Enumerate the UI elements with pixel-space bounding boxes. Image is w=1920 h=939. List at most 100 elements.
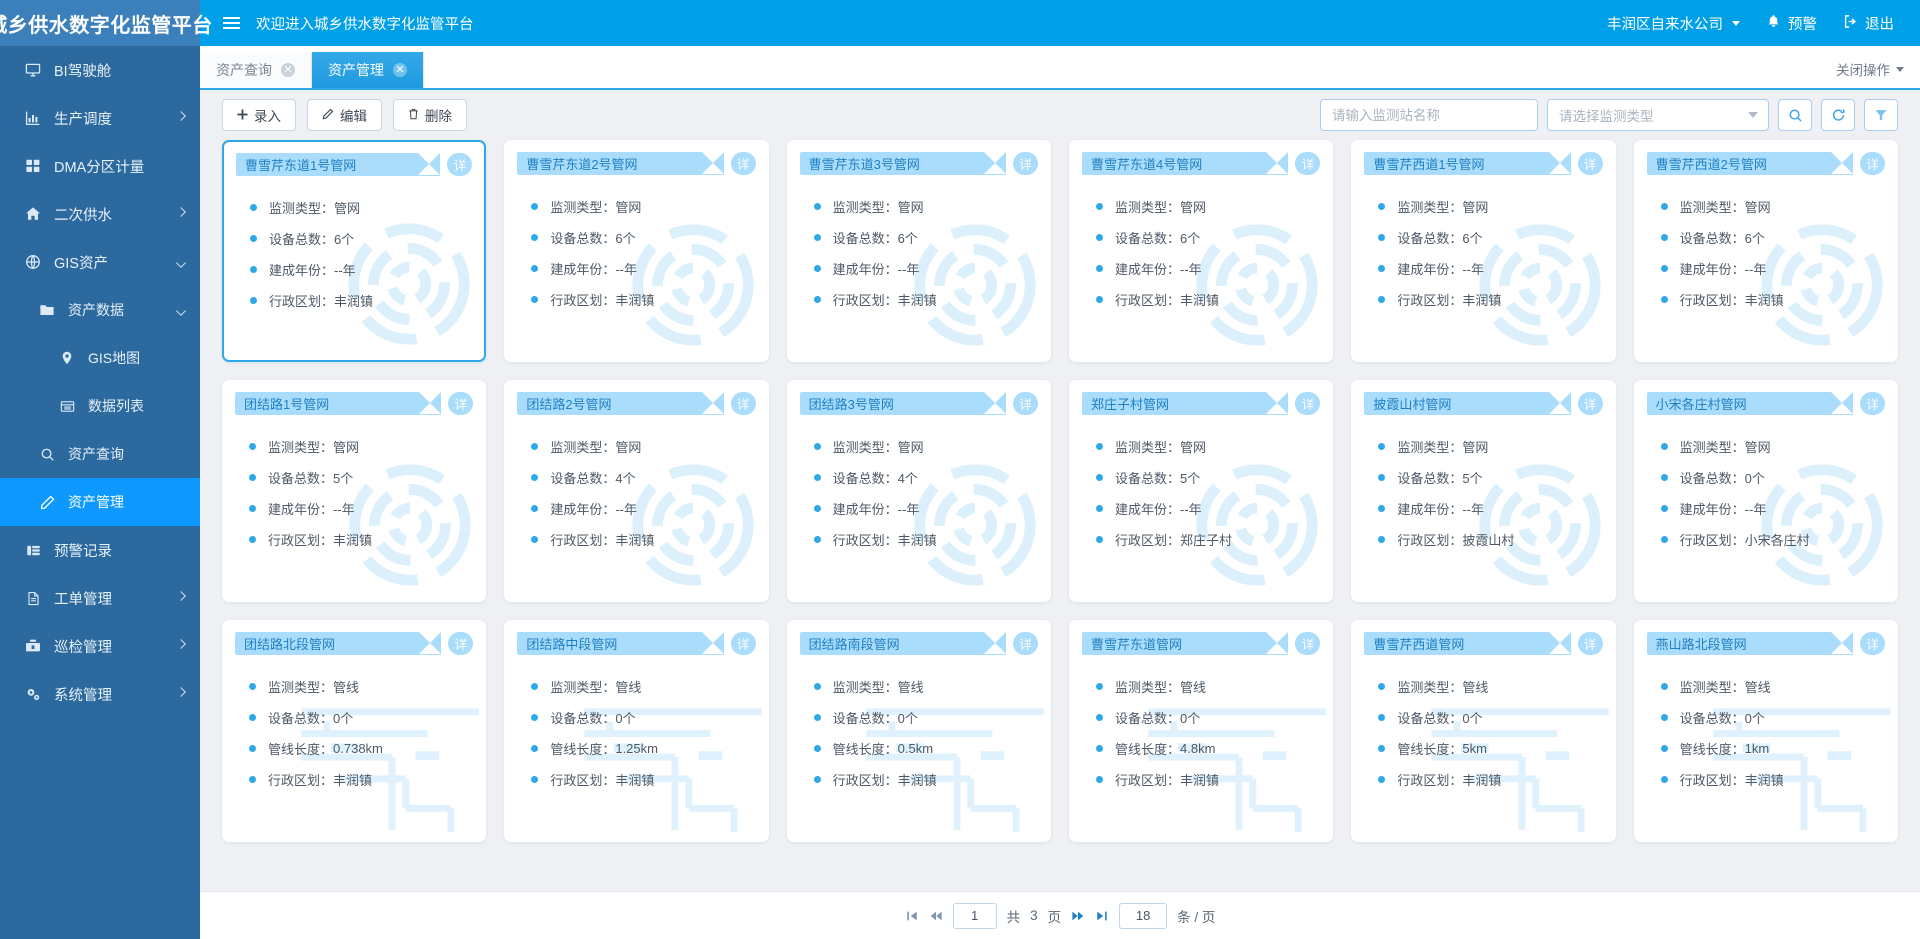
sidebar-item-5[interactable]: GIS资产: [0, 238, 200, 286]
app-title: 城乡供水数字化监管平台: [0, 14, 213, 37]
bullet-dot-icon: [249, 745, 256, 752]
sidebar-item-8[interactable]: 数据列表: [0, 382, 200, 430]
next-page-button[interactable]: [1071, 909, 1085, 923]
card-row-region: 行政区划： 丰润镇: [813, 284, 1050, 315]
sidebar-item-11[interactable]: 预警记录: [0, 526, 200, 574]
last-page-button[interactable]: [1095, 909, 1109, 923]
hamburger-icon[interactable]: [212, 0, 250, 46]
card-detail-button[interactable]: 详: [1295, 632, 1321, 655]
sidebar-item-13[interactable]: 巡检管理: [0, 622, 200, 670]
card-body: 监测类型： 管线 设备总数： 0个 管线长度： 5km 行政区划： 丰润镇: [1352, 663, 1614, 795]
card-detail-button[interactable]: 详: [1860, 392, 1885, 415]
asset-card[interactable]: 披霞山村管网详监测类型： 管网 设备总数： 5个 建成年份： --年 行政区划： 披霞山村: [1351, 380, 1616, 602]
asset-card[interactable]: 团结路2号管网 详监测类型： 管网 设备总数： 4个 建成年份： --年 行政区划： 丰润镇: [504, 380, 769, 602]
sidebar-item-3[interactable]: DMA分区计量: [0, 142, 200, 190]
card-detail-button[interactable]: 详: [447, 153, 473, 176]
search-input[interactable]: [1320, 99, 1538, 131]
asset-card[interactable]: 郑庄子村管网详监测类型： 管网 设备总数： 5个 建成年份： --年 行政区划： 郑庄子村: [1069, 380, 1334, 602]
first-page-button[interactable]: [905, 909, 919, 923]
logout-button[interactable]: 退出: [1843, 13, 1894, 34]
card-row-devices: 设备总数： 5个: [1378, 462, 1614, 493]
sidebar-item-10[interactable]: 资产管理: [0, 478, 200, 526]
card-detail-button[interactable]: 详: [1577, 152, 1603, 175]
company-selector[interactable]: 丰润区自来水公司: [1607, 13, 1740, 34]
sidebar-item-1[interactable]: BI驾驶舱: [0, 46, 200, 94]
close-operations-button[interactable]: 关闭操作: [1836, 59, 1904, 79]
field-label: 行政区划：: [1115, 773, 1181, 788]
tab-1[interactable]: 资产查询 ✕: [200, 52, 312, 88]
total-prefix-label: 共: [1006, 909, 1021, 925]
monitor-type-select[interactable]: 请选择监测类型: [1547, 99, 1769, 131]
field-label: 行政区划：: [268, 533, 334, 548]
card-detail-button[interactable]: 详: [1295, 392, 1321, 415]
card-detail-button[interactable]: 详: [730, 392, 756, 415]
page-size-input[interactable]: [1119, 902, 1168, 929]
card-row-type: 监测类型： 管线: [1096, 671, 1332, 702]
add-button[interactable]: 录入: [222, 99, 296, 131]
card-row-third: 管线长度： 0.5km: [813, 733, 1050, 764]
card-row-type: 监测类型： 管网: [1378, 191, 1614, 222]
asset-card[interactable]: 团结路3号管网 详监测类型： 管网 设备总数： 4个 建成年份： --年 行政区划： 丰润镇: [786, 380, 1051, 602]
asset-card[interactable]: 曹雪芹西道管网详监测类型： 管线 设备总数： 0个 管线长度： 5km 行政区划： 丰润镇: [1351, 620, 1616, 842]
card-row-devices: 设备总数： 6个: [1660, 222, 1897, 253]
card-detail-button[interactable]: 详: [1577, 632, 1603, 655]
bullet-dot-icon: [813, 714, 821, 721]
close-icon[interactable]: ✕: [281, 63, 295, 77]
card-detail-button[interactable]: 详: [1860, 152, 1885, 175]
delete-button[interactable]: 删除: [393, 99, 467, 131]
field-label: 建成年份：: [1397, 502, 1463, 517]
asset-card[interactable]: 燕山路北段管网详监测类型： 管线 设备总数： 0个 管线长度： 1km 行政区划： 丰润镇: [1633, 620, 1898, 842]
chevron-right-icon: [176, 207, 186, 217]
filter-button[interactable]: [1864, 99, 1898, 131]
asset-card[interactable]: 团结路1号管网 详监测类型： 管网 设备总数： 5个 建成年份： --年 行政区划： 丰润镇: [222, 380, 487, 602]
tab-2[interactable]: 资产管理 ✕: [312, 52, 424, 88]
sidebar-item-label: 工单管理: [54, 591, 112, 608]
card-detail-button[interactable]: 详: [1013, 632, 1038, 655]
card-row-type: 监测类型： 管网: [1096, 191, 1332, 222]
asset-card[interactable]: 曹雪芹东道1号管网 详监测类型： 管网 设备总数： 6个 建成年份： --年 行政区划： 丰润镇: [222, 140, 487, 362]
edit-button[interactable]: 编辑: [307, 99, 382, 131]
asset-cards-area: 曹雪芹东道1号管网详监测类型： 管网 设备总数： 6个 建成年份： --年 行政区划： 丰润镇…: [200, 140, 1920, 874]
refresh-button[interactable]: [1821, 99, 1855, 131]
prev-page-button[interactable]: [929, 909, 943, 923]
asset-card[interactable]: 团结路中段管网详监测类型： 管线 设备总数： 0个 管线长度： 1.25km 行政区划： 丰润…: [504, 620, 769, 842]
card-detail-button[interactable]: 详: [730, 152, 756, 175]
asset-card[interactable]: 曹雪芹西道1号管网 详监测类型： 管网 设备总数： 6个 建成年份： --年 行政区划： 丰润镇: [1351, 140, 1616, 362]
card-detail-button[interactable]: 详: [1860, 632, 1885, 655]
card-row-type: 监测类型： 管线: [1660, 671, 1897, 702]
bullet-dot-icon: [1660, 714, 1668, 721]
asset-card[interactable]: 曹雪芹西道2号管网 详监测类型： 管网 设备总数： 6个 建成年份： --年 行政区划： 丰润镇: [1633, 140, 1898, 362]
asset-card[interactable]: 小宋各庄村管网详监测类型： 管网 设备总数： 0个 建成年份： --年 行政区划： 小宋各庄村: [1633, 380, 1898, 602]
asset-card[interactable]: 团结路南段管网详监测类型： 管线 设备总数： 0个 管线长度： 0.5km 行政区划： 丰润镇: [786, 620, 1051, 842]
asset-card[interactable]: 曹雪芹东道3号管网 详监测类型： 管网 设备总数： 6个 建成年份： --年 行政区划： 丰润镇: [786, 140, 1051, 362]
page-number-input[interactable]: [952, 902, 997, 929]
sidebar-item-14[interactable]: 系统管理: [0, 670, 200, 718]
card-detail-button[interactable]: 详: [448, 632, 474, 655]
alarm-button[interactable]: 预警: [1766, 13, 1817, 34]
card-detail-button[interactable]: 详: [1013, 392, 1038, 415]
card-header: 曹雪芹东道4号管网 详: [1070, 141, 1332, 183]
field-value: 管网: [333, 440, 360, 455]
field-value: --年: [1462, 262, 1485, 277]
sidebar-item-7[interactable]: GIS地图: [0, 334, 200, 382]
sidebar-item-12[interactable]: 工单管理: [0, 574, 200, 622]
card-detail-button[interactable]: 详: [448, 392, 474, 415]
sidebar-item-9[interactable]: 资产查询: [0, 430, 200, 478]
sidebar-item-4[interactable]: 二次供水: [0, 190, 200, 238]
asset-card[interactable]: 曹雪芹东道4号管网 详监测类型： 管网 设备总数： 6个 建成年份： --年 行政区划： 丰润镇: [1069, 140, 1334, 362]
field-value: 管网: [1462, 440, 1489, 455]
bullet-dot-icon: [1096, 714, 1103, 721]
card-detail-button[interactable]: 详: [1295, 152, 1321, 175]
sidebar-item-2[interactable]: 生产调度: [0, 94, 200, 142]
card-body: 监测类型： 管线 设备总数： 0个 管线长度： 0.738km 行政区划： 丰润镇: [223, 663, 485, 795]
close-icon[interactable]: ✕: [393, 63, 407, 77]
asset-card[interactable]: 曹雪芹东道2号管网 详监测类型： 管网 设备总数： 6个 建成年份： --年 行政区划： 丰润镇: [504, 140, 769, 362]
card-detail-button[interactable]: 详: [1013, 152, 1038, 175]
asset-card[interactable]: 曹雪芹东道管网详监测类型： 管线 设备总数： 0个 管线长度： 4.8km 行政区划： 丰润镇: [1069, 620, 1334, 842]
sidebar-item-6[interactable]: 资产数据: [0, 286, 200, 334]
search-button[interactable]: [1778, 99, 1812, 131]
card-detail-button[interactable]: 详: [730, 632, 756, 655]
field-value: 丰润镇: [333, 773, 373, 788]
asset-card[interactable]: 团结路北段管网详监测类型： 管线 设备总数： 0个 管线长度： 0.738km 行政区划：丰…: [222, 620, 487, 842]
card-detail-button[interactable]: 详: [1577, 392, 1603, 415]
